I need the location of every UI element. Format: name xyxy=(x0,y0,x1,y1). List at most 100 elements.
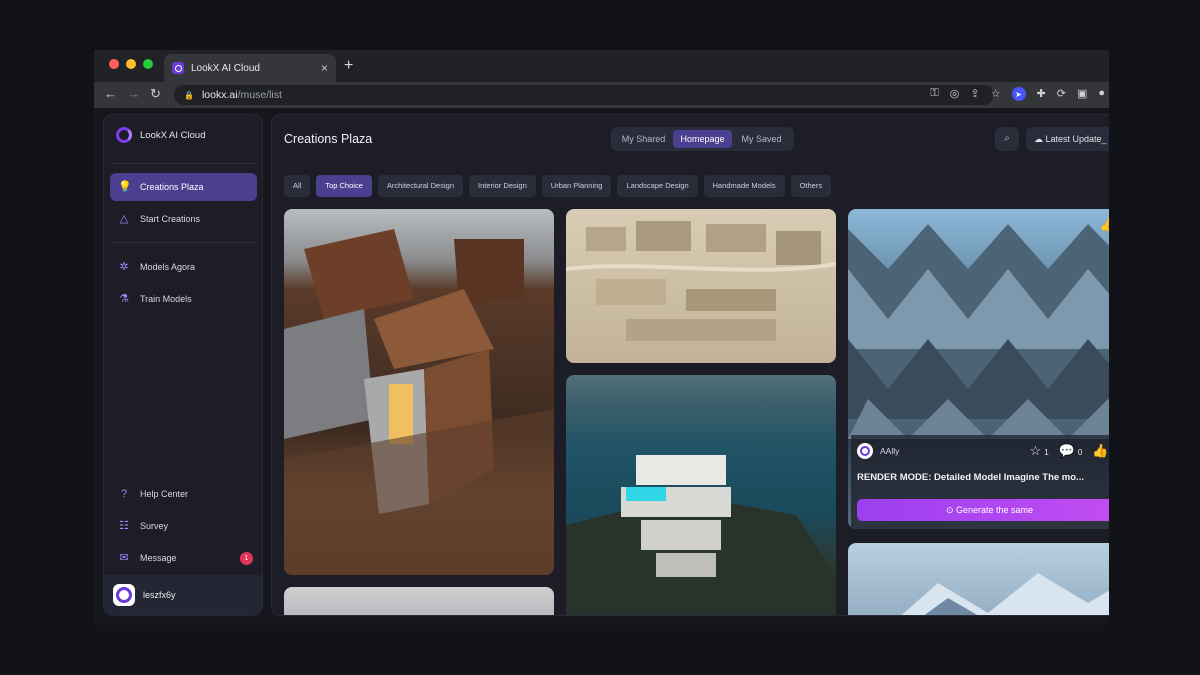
close-window-button[interactable] xyxy=(109,59,119,69)
main-content: Creations Plaza My Shared Homepage My Sa… xyxy=(271,114,1109,616)
lookx-favicon-icon xyxy=(172,62,184,74)
shapes-icon: △ xyxy=(119,213,129,225)
thumbs-up-icon: 👍 xyxy=(1092,443,1109,458)
key-icon[interactable]: ⚿ xyxy=(930,87,938,101)
tab-homepage[interactable]: Homepage xyxy=(673,130,732,148)
app-area: LookX AI Cloud 💡 Creations Plaza △ Start… xyxy=(94,108,1109,625)
sidebar-item-label: Help Center xyxy=(140,489,189,499)
sidebar-item-label: Start Creations xyxy=(140,214,201,224)
share-icon[interactable]: ⇪ xyxy=(970,87,979,101)
filter-urban-planning[interactable]: Urban Planning xyxy=(541,175,612,197)
sidebar-item-label: Message xyxy=(140,553,177,563)
puzzle-extensions-icon[interactable]: ✚ xyxy=(1037,87,1046,101)
author-name: AAlly xyxy=(880,446,900,456)
filter-interior-design[interactable]: Interior Design xyxy=(469,175,536,197)
username: leszfx6y xyxy=(143,590,176,600)
models-icon: ✲ xyxy=(119,261,129,273)
filter-landscape-design[interactable]: Landscape Design xyxy=(617,175,698,197)
eye-slash-icon[interactable]: ◎ xyxy=(950,87,960,101)
comment-count: 0 xyxy=(1077,448,1083,457)
tab-close-icon[interactable]: × xyxy=(321,61,328,75)
cloud-icon: ☁ xyxy=(1034,134,1043,144)
play-circle-icon: ⊙ xyxy=(945,505,954,515)
maximize-window-button[interactable] xyxy=(143,59,153,69)
sidebar-item-survey[interactable]: ☷ Survey xyxy=(110,512,257,540)
back-arrow-icon[interactable]: ← xyxy=(104,86,117,101)
sidebar-item-creations-plaza[interactable]: 💡 Creations Plaza xyxy=(110,173,257,201)
tab-my-shared[interactable]: My Shared xyxy=(614,130,673,148)
bulb-icon: 💡 xyxy=(118,181,132,193)
url-host: lookx.ai xyxy=(201,89,238,101)
comment-icon: 💬 xyxy=(1058,443,1075,458)
filter-architectural-design[interactable]: Architectural Design xyxy=(377,175,463,197)
new-tab-button[interactable]: + xyxy=(344,57,353,75)
sidebar-divider xyxy=(110,242,256,243)
creation-card-partial[interactable] xyxy=(284,587,554,615)
card-stats: ☆1 💬0 👍8 xyxy=(1030,443,1109,459)
browser-toolbar: ← → ↻ 🔒 lookx.ai/muse/list ⚿ ◎ ⇪ ☆ ➤ ✚ ⟳… xyxy=(94,82,1109,108)
window-controls xyxy=(109,59,153,69)
search-button[interactable]: ⌕ xyxy=(995,127,1019,151)
creation-card-cliff-villa[interactable] xyxy=(566,375,836,615)
sidebar: LookX AI Cloud 💡 Creations Plaza △ Start… xyxy=(103,114,263,616)
toolbar-icons: ⚿ ◎ ⇪ ☆ ➤ ✚ ⟳ ▣ ● xyxy=(930,87,1105,101)
tab-my-saved[interactable]: My Saved xyxy=(732,130,791,148)
tab-title: LookX AI Cloud xyxy=(191,62,260,74)
sidebar-item-train-models[interactable]: ⚗ Train Models xyxy=(110,285,257,313)
sidebar-item-models-agora[interactable]: ✲ Models Agora xyxy=(110,253,257,281)
latest-update-label: Latest Update_ xyxy=(1045,134,1107,144)
filter-handmade-models[interactable]: Handmade Models xyxy=(703,175,785,197)
tab-bar: LookX AI Cloud × + xyxy=(94,50,1109,82)
profile-icon[interactable]: ● xyxy=(1098,87,1105,101)
forward-arrow-icon[interactable]: → xyxy=(127,86,140,101)
avatar xyxy=(113,584,135,606)
sidebar-item-message[interactable]: ✉ Message 1 xyxy=(110,544,257,572)
survey-icon: ☷ xyxy=(119,520,129,532)
brand[interactable]: LookX AI Cloud xyxy=(116,127,206,143)
creation-card-massing-model[interactable] xyxy=(566,209,836,363)
glass-building-image xyxy=(901,573,1109,615)
address-bar[interactable]: 🔒 lookx.ai/muse/list xyxy=(174,85,994,105)
creation-card-glass-building[interactable] xyxy=(848,543,1109,615)
user-profile[interactable]: leszfx6y xyxy=(104,575,262,615)
sidebar-item-start-creations[interactable]: △ Start Creations xyxy=(110,205,257,233)
cliff-villa-image xyxy=(566,455,836,615)
star-stat[interactable]: ☆ 1 xyxy=(1030,443,1049,459)
star-count: 1 xyxy=(1044,448,1049,457)
generate-the-same-button[interactable]: ⊙ Generate the same xyxy=(857,499,1109,521)
sidebar-item-help-center[interactable]: ? Help Center xyxy=(110,480,257,508)
url-path: /muse/list xyxy=(237,89,282,101)
timber-house-image xyxy=(284,229,554,575)
thumbs-up-corner-icon[interactable]: 👍 xyxy=(1100,217,1109,233)
latest-update-button[interactable]: ☁ Latest Update_ xyxy=(1026,127,1109,151)
comment-stat[interactable]: 💬 0 xyxy=(1059,443,1083,459)
filter-all[interactable]: All xyxy=(284,175,311,197)
filter-top-choice[interactable]: Top Choice xyxy=(316,175,372,197)
creation-card-faceted-tower[interactable]: 👍 AAlly ☆1 💬0 👍8 RENDER MODE: Detailed M… xyxy=(848,209,1109,529)
browser-window: LookX AI Cloud × + ← → ↻ 🔒 lookx.ai/muse… xyxy=(94,50,1109,625)
generate-button-label: Generate the same xyxy=(956,505,1034,515)
sidebar-item-label: Creations Plaza xyxy=(140,182,204,192)
like-stat[interactable]: 👍8 xyxy=(1092,443,1109,459)
sidepanel-icon[interactable]: ▣ xyxy=(1077,87,1087,101)
view-switcher: My Shared Homepage My Saved xyxy=(611,127,794,151)
bookmark-star-icon[interactable]: ☆ xyxy=(991,87,1001,101)
sidebar-item-label: Train Models xyxy=(140,294,192,304)
creation-card-timber-house[interactable] xyxy=(284,209,554,575)
sync-icon[interactable]: ⟳ xyxy=(1057,87,1066,101)
sidebar-item-label: Models Agora xyxy=(140,262,196,272)
star-icon: ☆ xyxy=(1029,443,1042,458)
lock-icon: 🔒 xyxy=(184,90,194,100)
filter-others[interactable]: Others xyxy=(790,175,832,197)
lookx-logo-icon xyxy=(116,127,132,143)
message-icon: ✉ xyxy=(119,552,129,564)
browser-tab[interactable]: LookX AI Cloud × xyxy=(164,54,336,82)
card-meta-row: AAlly ☆1 💬0 👍8 xyxy=(857,443,1109,459)
help-icon: ? xyxy=(120,488,128,500)
card-info-overlay: AAlly ☆1 💬0 👍8 RENDER MODE: Detailed Mod… xyxy=(851,435,1109,529)
search-icon: ⌕ xyxy=(1004,133,1010,144)
minimize-window-button[interactable] xyxy=(126,59,136,69)
reload-icon[interactable]: ↻ xyxy=(150,86,161,102)
message-count-badge: 1 xyxy=(240,551,253,565)
extension-rocket-icon[interactable]: ➤ xyxy=(1011,87,1026,101)
